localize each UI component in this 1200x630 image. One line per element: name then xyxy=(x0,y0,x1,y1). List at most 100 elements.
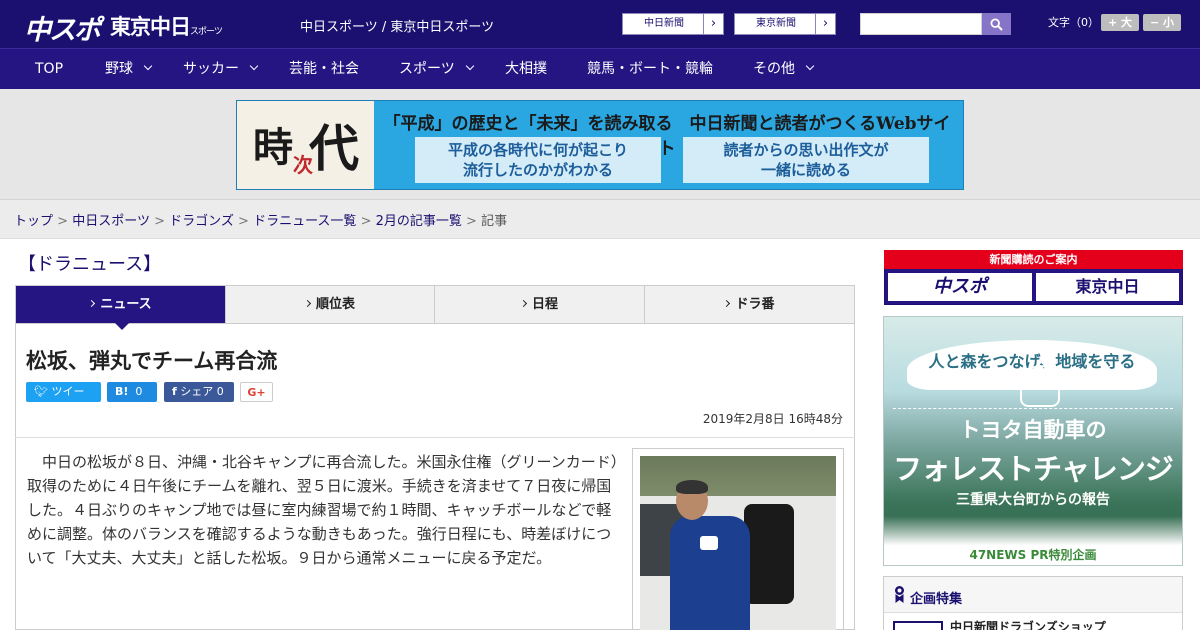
chevron-right-icon xyxy=(519,299,528,308)
main-nav: TOP 野球 サッカー 芸能・社会 スポーツ 大相撲 競馬・ボート・競輪 その他 xyxy=(0,48,1200,89)
nav-item-sumo[interactable]: 大相撲 xyxy=(505,49,547,90)
chevron-down-icon xyxy=(143,61,153,71)
facebook-share-button[interactable]: f シェア 0 xyxy=(164,382,234,402)
banner-box-line: 平成の各時代に何が起こり xyxy=(447,141,628,159)
subscription-heading: 新聞購読のご案内 xyxy=(884,250,1183,269)
article-headline: 松坂、弾丸でチーム再合流 xyxy=(26,349,278,373)
photo-bag xyxy=(744,504,794,604)
divider xyxy=(15,437,855,438)
breadcrumb-sep: > xyxy=(57,214,69,229)
nav-label: サッカー xyxy=(183,61,239,77)
nav-item-soccer[interactable]: サッカー xyxy=(183,49,259,90)
nav-item-top[interactable]: TOP xyxy=(35,49,63,90)
banner-box-memories: 読者からの思い出作文が 一緒に読める xyxy=(683,137,929,183)
jidai-logo-ji: 時 xyxy=(253,124,293,171)
search-icon xyxy=(990,18,1003,31)
jidai-logo-tsugi: 次 xyxy=(293,153,313,177)
tree-icon xyxy=(1020,365,1060,407)
news-tabs: ニュース 順位表 日程 ドラ番 xyxy=(15,285,855,324)
breadcrumb-chunichi-sports[interactable]: 中日スポーツ xyxy=(72,214,150,229)
ad-title-line3: 三重県大台町からの報告 xyxy=(956,492,1110,508)
banner-box-line: 読者からの思い出作文が xyxy=(723,141,889,159)
nav-label: 野球 xyxy=(105,61,133,77)
breadcrumb-sep: > xyxy=(466,214,477,229)
nav-label: その他 xyxy=(753,61,795,77)
nav-label: スポーツ xyxy=(399,61,455,77)
tab-schedule[interactable]: 日程 xyxy=(435,286,645,323)
twitter-icon: 🐦︎ xyxy=(34,385,48,398)
chuspo-logo[interactable]: 中スポ xyxy=(24,8,101,47)
facebook-share-label: シェア 0 xyxy=(180,385,224,398)
chevron-right-icon: › xyxy=(815,14,835,34)
breadcrumb-sep: > xyxy=(360,214,372,229)
subscribe-chuspo-button[interactable]: 中スポ xyxy=(888,273,1032,301)
tab-label: 日程 xyxy=(531,297,558,312)
tab-dora-ban[interactable]: ドラ番 xyxy=(645,286,854,323)
breadcrumb-top[interactable]: トップ xyxy=(14,214,53,229)
photo-player-body xyxy=(670,516,750,630)
tab-standings[interactable]: 順位表 xyxy=(226,286,435,323)
chevron-right-icon: › xyxy=(703,14,723,34)
search-button[interactable] xyxy=(982,13,1011,35)
chevron-down-icon xyxy=(465,61,474,71)
breadcrumb-february-list[interactable]: 2月の記事一覧 xyxy=(376,214,462,229)
banner-box-line: 流行したのかがわかる xyxy=(462,161,613,179)
breadcrumb-current: 記事 xyxy=(481,214,508,229)
tab-label: 順位表 xyxy=(315,297,355,312)
nav-item-entertainment[interactable]: 芸能・社会 xyxy=(289,49,359,90)
ribbon-icon xyxy=(895,586,904,603)
chevron-right-icon xyxy=(303,299,312,308)
feature-item-dragons-shop[interactable]: 中日新聞ドラゴンズショップ xyxy=(950,618,1106,630)
facebook-icon: f xyxy=(172,385,177,398)
google-plus-icon: G+ xyxy=(247,386,266,399)
chevron-right-icon xyxy=(88,299,96,308)
chevron-right-icon xyxy=(723,299,731,308)
hatena-bookmark-button[interactable]: B! 0 xyxy=(107,382,157,402)
google-plus-button[interactable]: G+ xyxy=(240,382,273,402)
tokyo-chunichi-logo-small: スポーツ xyxy=(190,27,223,37)
ad-title-line1: トヨタ自動車の xyxy=(959,418,1107,442)
nav-label: 大相撲 xyxy=(505,61,547,77)
tokyo-shimbun-link[interactable]: 東京新聞 › xyxy=(734,13,836,35)
font-bigger-button[interactable]: + 大 xyxy=(1101,14,1139,31)
chunichi-shimbun-label: 中日新聞 xyxy=(644,18,684,29)
site-name: 中日スポーツ / 東京中日スポーツ xyxy=(300,20,495,35)
banner-box-line: 一緒に読める xyxy=(760,161,851,179)
jidai-logo-dai: 代 xyxy=(309,119,359,178)
tab-news[interactable]: ニュース xyxy=(16,286,226,323)
ad-dashed-line xyxy=(893,408,1173,409)
nav-label: 芸能・社会 xyxy=(289,61,359,77)
search-input[interactable] xyxy=(860,13,982,35)
nav-label: 競馬・ボート・競輪 xyxy=(587,61,713,77)
banner-box-history: 平成の各時代に何が起こり 流行したのかがわかる xyxy=(415,137,661,183)
chevron-down-icon xyxy=(249,61,259,71)
ad-title-line2: フォレストチャレンジ xyxy=(893,452,1174,486)
font-size-label: 文字（0） xyxy=(1048,16,1099,29)
section-title: 【ドラニュース】 xyxy=(18,254,162,275)
jidai-logo: 時 代 次 xyxy=(237,101,374,189)
banner-area: 時 代 次 「平成」の歴史と「未来」を読み取る 中日新聞と読者がつくるWebサイ… xyxy=(0,89,1200,200)
subscribe-tokyo-chunichi-button[interactable]: 東京中日 xyxy=(1036,273,1179,301)
nav-item-sports[interactable]: スポーツ xyxy=(399,49,474,90)
article-photo[interactable] xyxy=(640,456,836,630)
nav-item-baseball[interactable]: 野球 xyxy=(105,49,153,90)
tweet-button[interactable]: 🐦︎ ツイート xyxy=(26,382,101,418)
tab-label: ニュース xyxy=(100,297,152,312)
breadcrumb-dra-news-list[interactable]: ドラニュース一覧 xyxy=(253,214,356,229)
feature-title: 企画特集 xyxy=(910,592,963,607)
article-date: 2019年2月8日 16時48分 xyxy=(702,412,843,426)
nav-item-keiba[interactable]: 競馬・ボート・競輪 xyxy=(587,49,713,90)
ad-credit: 47NEWS PR特別企画 xyxy=(969,548,1097,562)
breadcrumb-sep: > xyxy=(154,214,165,229)
breadcrumb-dragons[interactable]: ドラゴンズ xyxy=(169,214,234,229)
nav-label: TOP xyxy=(35,61,64,77)
tokyo-chunichi-logo[interactable]: 東京中日スポーツ xyxy=(110,11,223,41)
photo-logo-patch xyxy=(700,536,718,550)
feature-thumbnail xyxy=(893,621,943,630)
jidai-banner[interactable]: 時 代 次 「平成」の歴史と「未来」を読み取る 中日新聞と読者がつくるWebサイ… xyxy=(236,100,964,190)
photo-player-hair xyxy=(676,480,708,494)
breadcrumb: トップ > 中日スポーツ > ドラゴンズ > ドラニュース一覧 > 2月の記事一… xyxy=(14,210,507,229)
nav-item-other[interactable]: その他 xyxy=(753,49,815,90)
chunichi-shimbun-link[interactable]: 中日新聞 › xyxy=(622,13,724,35)
font-smaller-button[interactable]: − 小 xyxy=(1143,14,1181,31)
